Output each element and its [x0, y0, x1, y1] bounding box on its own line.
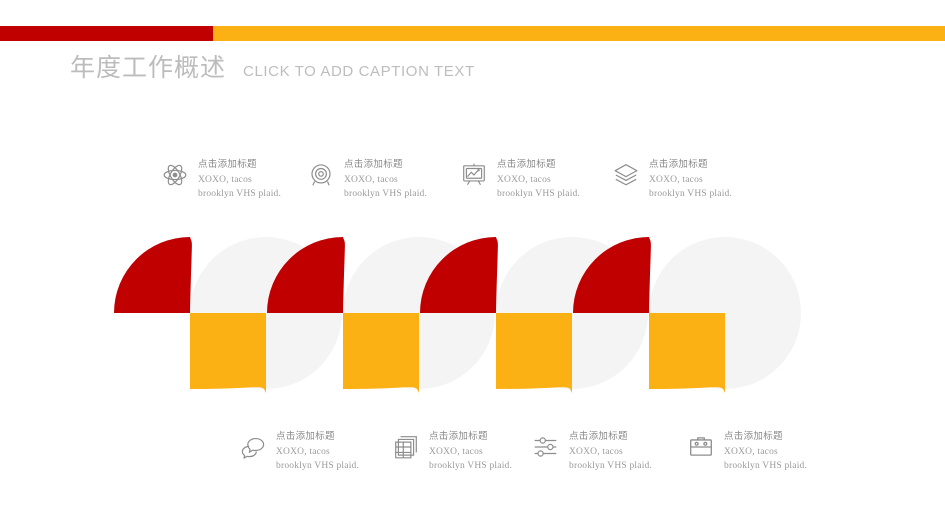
page-subtitle[interactable]: CLICK TO ADD CAPTION TEXT [243, 63, 475, 80]
caption-line-1[interactable]: XOXO, tacos [344, 174, 427, 188]
target-icon [308, 162, 334, 188]
caption-title[interactable]: 点击添加标题 [276, 430, 359, 444]
caption-line-2[interactable]: brooklyn VHS plaid. [569, 460, 652, 474]
page-title[interactable]: 年度工作概述 [70, 48, 226, 84]
caption-title[interactable]: 点击添加标题 [649, 158, 732, 172]
caption-title[interactable]: 点击添加标题 [429, 430, 512, 444]
caption-line-2[interactable]: brooklyn VHS plaid. [198, 188, 281, 202]
caption-line-1[interactable]: XOXO, tacos [569, 446, 652, 460]
caption-line-1[interactable]: XOXO, tacos [724, 446, 807, 460]
sliders-icon [533, 434, 559, 460]
briefcase-icon [688, 434, 714, 460]
caption-line-2[interactable]: brooklyn VHS plaid. [649, 188, 732, 202]
caption-line-1[interactable]: XOXO, tacos [198, 174, 281, 188]
caption-text: 点击添加标题 XOXO, tacos brooklyn VHS plaid. [429, 430, 512, 473]
red-petal-1[interactable] [114, 237, 190, 313]
caption-bottom-1[interactable]: 点击添加标题 XOXO, tacos brooklyn VHS plaid. [240, 430, 359, 473]
slide-canvas: 年度工作概述 CLICK TO ADD CAPTION TEXT 点击添加标题 … [0, 0, 945, 531]
header-accent-bar-orange [213, 26, 945, 41]
caption-title[interactable]: 点击添加标题 [497, 158, 580, 172]
caption-text: 点击添加标题 XOXO, tacos brooklyn VHS plaid. [497, 158, 580, 201]
caption-title[interactable]: 点击添加标题 [724, 430, 807, 444]
caption-text: 点击添加标题 XOXO, tacos brooklyn VHS plaid. [569, 430, 652, 473]
caption-line-1[interactable]: XOXO, tacos [276, 446, 359, 460]
petal-diagram [114, 237, 801, 393]
caption-title[interactable]: 点击添加标题 [344, 158, 427, 172]
slide-header: 年度工作概述 CLICK TO ADD CAPTION TEXT [70, 48, 475, 84]
caption-line-1[interactable]: XOXO, tacos [497, 174, 580, 188]
caption-line-2[interactable]: brooklyn VHS plaid. [724, 460, 807, 474]
caption-line-2[interactable]: brooklyn VHS plaid. [276, 460, 359, 474]
header-accent-bar-red [0, 26, 213, 41]
layers-icon [613, 162, 639, 188]
presentation-chart-icon [461, 162, 487, 188]
caption-top-4[interactable]: 点击添加标题 XOXO, tacos brooklyn VHS plaid. [613, 158, 732, 201]
atom-icon [162, 162, 188, 188]
caption-top-2[interactable]: 点击添加标题 XOXO, tacos brooklyn VHS plaid. [308, 158, 427, 201]
caption-bottom-3[interactable]: 点击添加标题 XOXO, tacos brooklyn VHS plaid. [533, 430, 652, 473]
caption-text: 点击添加标题 XOXO, tacos brooklyn VHS plaid. [649, 158, 732, 201]
caption-bottom-4[interactable]: 点击添加标题 XOXO, tacos brooklyn VHS plaid. [688, 430, 807, 473]
caption-top-3[interactable]: 点击添加标题 XOXO, tacos brooklyn VHS plaid. [461, 158, 580, 201]
caption-bottom-2[interactable]: 点击添加标题 XOXO, tacos brooklyn VHS plaid. [393, 430, 512, 473]
caption-text: 点击添加标题 XOXO, tacos brooklyn VHS plaid. [724, 430, 807, 473]
caption-text: 点击添加标题 XOXO, tacos brooklyn VHS plaid. [344, 158, 427, 201]
caption-line-2[interactable]: brooklyn VHS plaid. [497, 188, 580, 202]
table-grid-icon [393, 434, 419, 460]
caption-line-2[interactable]: brooklyn VHS plaid. [344, 188, 427, 202]
chat-bubbles-icon [240, 434, 266, 460]
caption-title[interactable]: 点击添加标题 [198, 158, 281, 172]
caption-line-1[interactable]: XOXO, tacos [429, 446, 512, 460]
caption-line-2[interactable]: brooklyn VHS plaid. [429, 460, 512, 474]
caption-line-1[interactable]: XOXO, tacos [649, 174, 732, 188]
caption-text: 点击添加标题 XOXO, tacos brooklyn VHS plaid. [198, 158, 281, 201]
caption-text: 点击添加标题 XOXO, tacos brooklyn VHS plaid. [276, 430, 359, 473]
caption-top-1[interactable]: 点击添加标题 XOXO, tacos brooklyn VHS plaid. [162, 158, 281, 201]
caption-title[interactable]: 点击添加标题 [569, 430, 652, 444]
